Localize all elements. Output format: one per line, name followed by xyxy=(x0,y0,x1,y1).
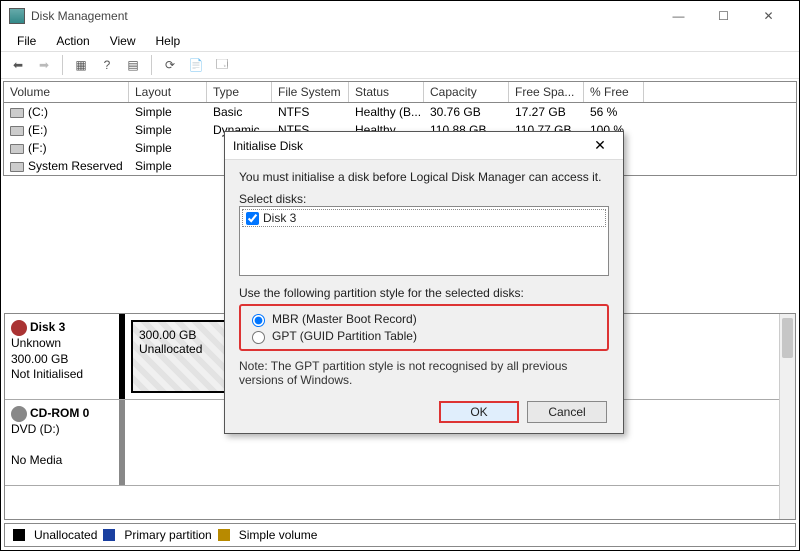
col-type[interactable]: Type xyxy=(207,82,272,102)
legend-label: Unallocated xyxy=(34,528,97,542)
col-layout[interactable]: Layout xyxy=(129,82,207,102)
title-bar: Disk Management — ☐ ✕ xyxy=(1,1,799,31)
dialog-titlebar: Initialise Disk ✕ xyxy=(225,132,623,160)
disk-list-item-label: Disk 3 xyxy=(263,211,296,225)
col-filesystem[interactable]: File System xyxy=(272,82,349,102)
legend-label: Primary partition xyxy=(124,528,211,542)
menu-bar: File Action View Help xyxy=(1,31,799,51)
radio-gpt[interactable]: GPT (GUID Partition Table) xyxy=(247,328,601,344)
scrollbar-thumb[interactable] xyxy=(782,318,793,358)
partition-style-group: MBR (Master Boot Record) GPT (GUID Parti… xyxy=(239,304,609,351)
cell: (F:) xyxy=(28,141,47,155)
cell: Simple xyxy=(129,121,207,139)
legend-swatch-primary xyxy=(103,529,115,541)
cell: System Reserved xyxy=(28,159,123,173)
minimize-button[interactable]: — xyxy=(656,2,701,30)
toolbar-icon-4[interactable]: 🗔 xyxy=(211,54,233,76)
back-button[interactable]: ⬅ xyxy=(7,54,29,76)
dialog-body: You must initialise a disk before Logica… xyxy=(225,160,623,433)
cdrom-icon xyxy=(11,406,27,422)
disk-error-icon xyxy=(11,320,27,336)
dialog-message: You must initialise a disk before Logica… xyxy=(239,170,609,184)
legend-swatch-simple xyxy=(218,529,230,541)
initialise-disk-dialog: Initialise Disk ✕ You must initialise a … xyxy=(224,131,624,434)
disk-header: CD-ROM 0 DVD (D:) No Media xyxy=(5,400,125,485)
toolbar-separator xyxy=(151,55,152,75)
menu-action[interactable]: Action xyxy=(48,32,97,50)
cell: Basic xyxy=(207,103,272,121)
toolbar-icon-3[interactable]: 📄 xyxy=(185,54,207,76)
window-title: Disk Management xyxy=(31,9,656,23)
drive-icon xyxy=(10,144,24,154)
cell: Simple xyxy=(129,103,207,121)
volume-row[interactable]: (C:) Simple Basic NTFS Healthy (B... 30.… xyxy=(4,103,796,121)
radio-gpt-label: GPT (GUID Partition Table) xyxy=(272,329,417,343)
disk-drive-letter: DVD (D:) xyxy=(11,422,60,436)
dialog-note: Note: The GPT partition style is not rec… xyxy=(239,359,609,387)
ok-button[interactable]: OK xyxy=(439,401,519,423)
cell: 30.76 GB xyxy=(424,103,509,121)
toolbar-icon-1[interactable]: ▦ xyxy=(70,54,92,76)
legend-swatch-unallocated xyxy=(13,529,25,541)
cell: NTFS xyxy=(272,103,349,121)
radio-mbr-input[interactable] xyxy=(252,314,265,327)
disk-name: Disk 3 xyxy=(30,320,65,334)
radio-mbr[interactable]: MBR (Master Boot Record) xyxy=(247,311,601,327)
cancel-button[interactable]: Cancel xyxy=(527,401,607,423)
refresh-icon[interactable]: ⟳ xyxy=(159,54,181,76)
col-status[interactable]: Status xyxy=(349,82,424,102)
legend: Unallocated Primary partition Simple vol… xyxy=(4,523,796,547)
radio-gpt-input[interactable] xyxy=(252,331,265,344)
col-volume[interactable]: Volume xyxy=(4,82,129,102)
toolbar: ⬅ ➡ ▦ ? ▤ ⟳ 📄 🗔 xyxy=(1,51,799,79)
cell: Simple xyxy=(129,139,207,157)
partition-style-label: Use the following partition style for th… xyxy=(239,286,609,300)
drive-icon xyxy=(10,162,24,172)
col-freespace[interactable]: Free Spa... xyxy=(509,82,584,102)
dialog-buttons: OK Cancel xyxy=(239,401,609,423)
legend-label: Simple volume xyxy=(239,528,318,542)
dialog-title: Initialise Disk xyxy=(233,139,585,153)
col-capacity[interactable]: Capacity xyxy=(424,82,509,102)
volume-list-header: Volume Layout Type File System Status Ca… xyxy=(4,82,796,103)
col-pctfree[interactable]: % Free xyxy=(584,82,644,102)
cell: Healthy (B... xyxy=(349,103,424,121)
maximize-button[interactable]: ☐ xyxy=(701,2,746,30)
cell: Simple xyxy=(129,157,207,175)
scrollbar[interactable] xyxy=(779,314,795,519)
menu-help[interactable]: Help xyxy=(148,32,189,50)
disk-state: Unknown xyxy=(11,336,61,350)
close-window-button[interactable]: ✕ xyxy=(746,2,791,30)
menu-file[interactable]: File xyxy=(9,32,44,50)
dialog-close-button[interactable]: ✕ xyxy=(585,137,615,154)
partition-size: 300.00 GB xyxy=(139,328,196,342)
disk-media: No Media xyxy=(11,453,62,467)
disk-name: CD-ROM 0 xyxy=(30,406,89,420)
drive-icon xyxy=(10,126,24,136)
disk-list-item[interactable]: Disk 3 xyxy=(242,209,606,227)
cell: (C:) xyxy=(28,105,48,119)
disk-status: Not Initialised xyxy=(11,367,83,381)
select-disks-label: Select disks: xyxy=(239,192,609,206)
drive-icon xyxy=(10,108,24,118)
disk-checkbox[interactable] xyxy=(246,212,259,225)
menu-view[interactable]: View xyxy=(102,32,144,50)
toolbar-icon-2[interactable]: ▤ xyxy=(122,54,144,76)
toolbar-separator xyxy=(62,55,63,75)
toolbar-help-icon[interactable]: ? xyxy=(96,54,118,76)
forward-button[interactable]: ➡ xyxy=(33,54,55,76)
disk-size: 300.00 GB xyxy=(11,352,68,366)
cell: 17.27 GB xyxy=(509,103,584,121)
cell: 56 % xyxy=(584,103,644,121)
cell: (E:) xyxy=(28,123,47,137)
disk-header: Disk 3 Unknown 300.00 GB Not Initialised xyxy=(5,314,125,399)
disk-select-list[interactable]: Disk 3 xyxy=(239,206,609,276)
radio-mbr-label: MBR (Master Boot Record) xyxy=(272,312,417,326)
partition-label: Unallocated xyxy=(139,342,202,356)
app-icon xyxy=(9,8,25,24)
